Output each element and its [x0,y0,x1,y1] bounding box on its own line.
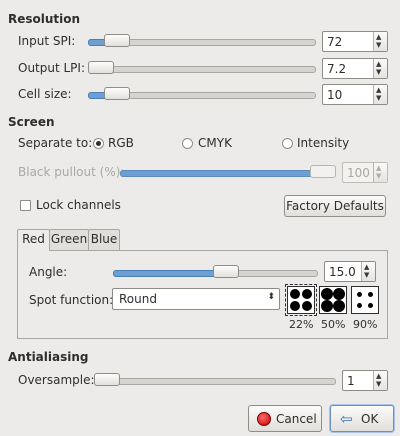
spot-function-label: Spot function: [29,293,114,307]
combo-arrows-icon: ⬍ [267,292,275,302]
spin-down-icon[interactable]: ▼ [376,42,381,49]
angle-slider-fill [113,270,229,277]
cell-size-spinbutton[interactable]: 10 ▲ ▼ [322,84,388,105]
cell-size-value[interactable]: 10 [327,88,342,102]
input-spi-label: Input SPI: [18,34,76,48]
ok-label: OK [361,412,379,426]
oversample-slider-thumb[interactable] [94,373,120,386]
radio-intensity[interactable] [282,138,293,149]
preview-label-90: 90% [353,318,378,331]
output-lpi-value[interactable]: 7.2 [327,62,346,76]
spin-down-icon[interactable]: ▼ [376,69,381,76]
output-lpi-spinbutton[interactable]: 7.2 ▲ ▼ [322,58,388,79]
tab-blue[interactable]: Blue [88,229,120,250]
radio-cmyk-label[interactable]: CMYK [198,136,232,150]
black-pullout-value: 100 [347,166,370,180]
angle-label: Angle: [29,265,68,279]
ok-arrow-icon: ⇦ [340,410,353,428]
black-pullout-label: Black pullout (%): [18,165,125,179]
spot-preview-90-icon [351,286,379,314]
input-spi-slider[interactable] [88,34,316,47]
cancel-label: Cancel [276,412,317,426]
spin-up-icon[interactable]: ▲ [376,34,381,41]
input-spi-value[interactable]: 72 [327,35,342,49]
oversample-spinbutton[interactable]: 1 ▲ ▼ [342,370,388,391]
cell-size-label: Cell size: [18,87,72,101]
output-lpi-label: Output LPI: [18,61,86,75]
tab-green[interactable]: Green [49,229,89,250]
spin-up-icon[interactable]: ▲ [364,264,369,271]
screen-heading: Screen [8,115,55,129]
spin-down-icon[interactable]: ▼ [376,95,381,102]
output-lpi-slider[interactable] [88,61,316,74]
spot-preview-50-icon [319,286,347,314]
black-pullout-slider [120,165,336,178]
spot-function-value: Round [119,292,157,306]
angle-spinbutton[interactable]: 15.0 ▲ ▼ [324,261,376,282]
spot-function-combo[interactable]: Round ⬍ [112,288,280,310]
oversample-slider[interactable] [94,373,336,386]
angle-slider-thumb[interactable] [213,265,240,278]
antialiasing-heading: Antialiasing [8,350,89,364]
input-spi-spinbutton[interactable]: 72 ▲ ▼ [322,31,388,52]
factory-defaults-button[interactable]: Factory Defaults [284,195,386,217]
cell-size-slider[interactable] [88,87,316,100]
black-pullout-spinbutton: 100 ▲ ▼ [342,162,388,183]
input-spi-slider-thumb[interactable] [104,34,131,47]
spin-down-icon[interactable]: ▼ [376,381,381,388]
spin-up-icon[interactable]: ▲ [376,373,381,380]
spot-preview-22-icon [285,284,317,316]
angle-slider[interactable] [113,265,318,278]
spin-up-icon: ▲ [376,164,382,172]
lock-channels-label[interactable]: Lock channels [36,198,121,212]
radio-rgb-label[interactable]: RGB [108,136,134,150]
spin-up-icon[interactable]: ▲ [376,61,381,68]
preview-label-22: 22% [289,318,314,331]
oversample-value[interactable]: 1 [347,374,355,388]
output-lpi-slider-thumb[interactable] [88,61,114,74]
lock-channels-checkbox[interactable] [20,200,31,211]
spin-down-icon: ▼ [376,172,382,180]
cancel-button[interactable]: Cancel [248,405,322,432]
ok-button[interactable]: ⇦ OK [330,405,394,432]
spin-up-icon[interactable]: ▲ [376,87,381,94]
angle-value[interactable]: 15.0 [329,265,356,279]
cancel-icon [257,412,271,426]
spin-down-icon[interactable]: ▼ [364,272,369,279]
resolution-heading: Resolution [8,12,81,26]
cell-size-slider-thumb[interactable] [104,87,131,100]
oversample-label: Oversample: [18,373,95,387]
radio-cmyk[interactable] [182,138,193,149]
radio-intensity-label[interactable]: Intensity [297,136,349,150]
separate-to-label: Separate to: [18,136,93,150]
black-pullout-slider-thumb [310,165,336,178]
radio-rgb[interactable] [93,138,104,149]
tab-red[interactable]: Red [17,229,50,251]
preview-label-50: 50% [321,318,346,331]
black-pullout-slider-fill [120,170,325,177]
